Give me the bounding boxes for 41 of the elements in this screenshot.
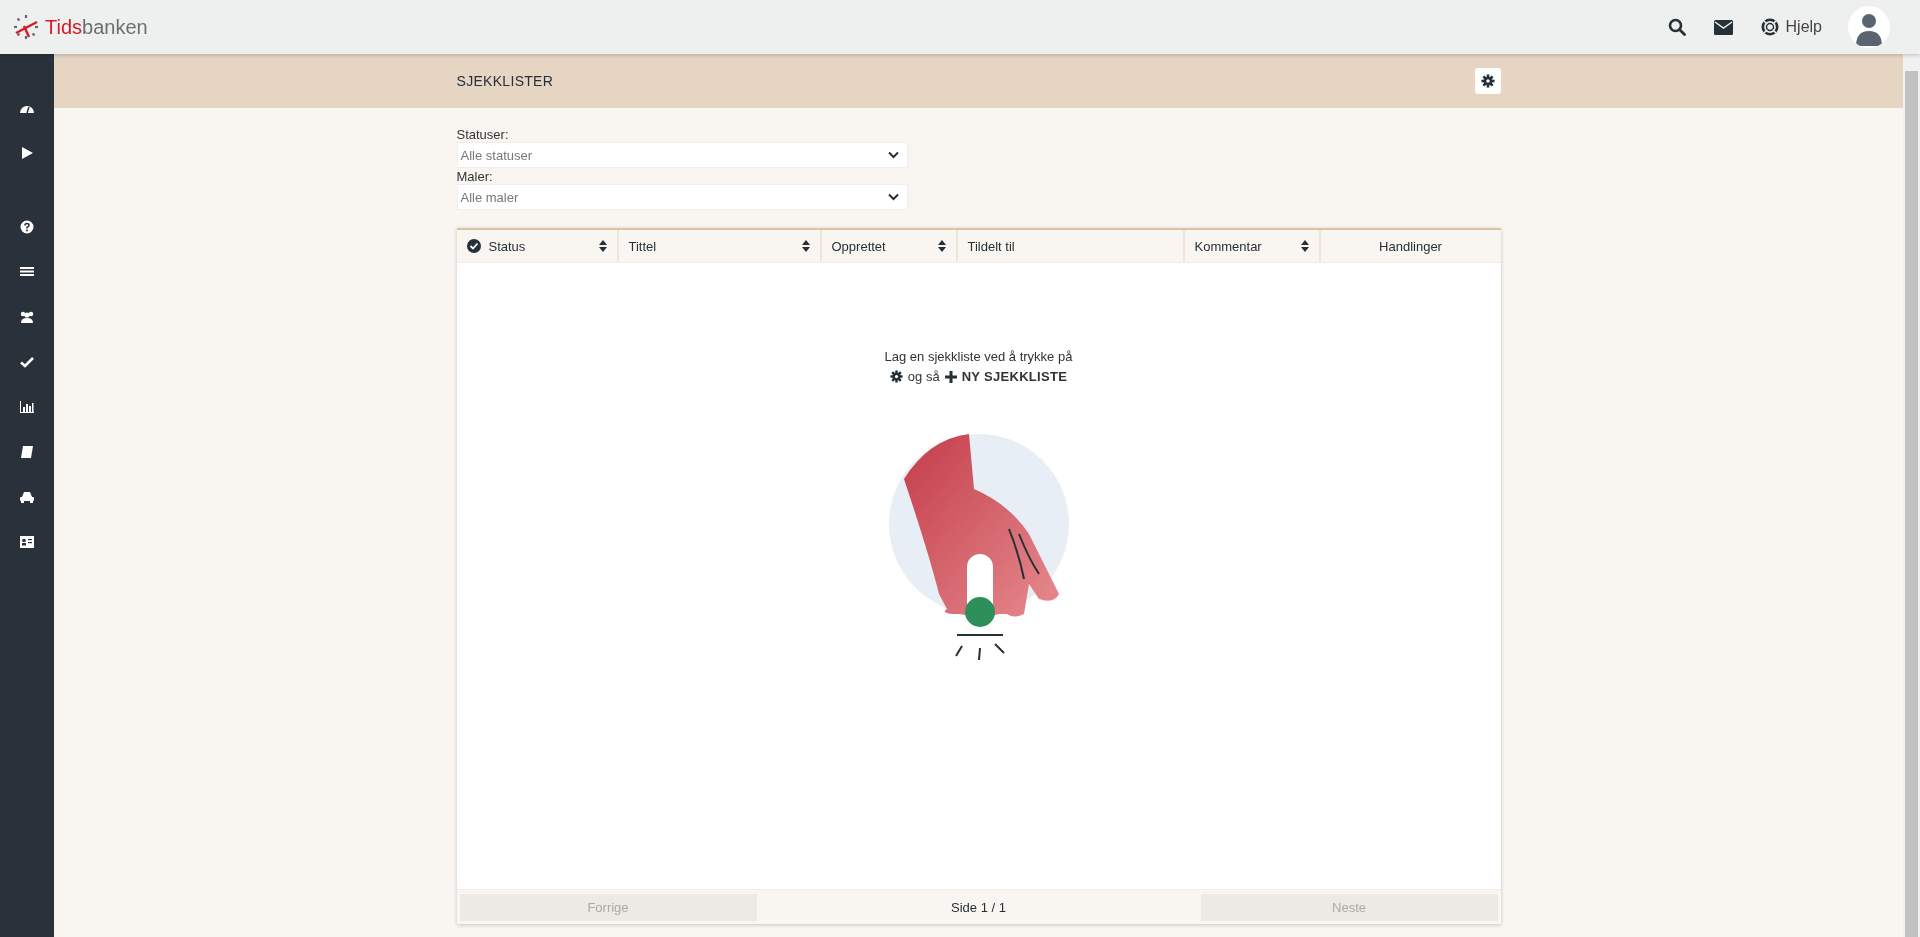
help-icon[interactable] — [19, 219, 35, 235]
settings-button[interactable] — [1474, 68, 1501, 94]
filter-label: Statuser: — [456, 127, 509, 142]
help-link[interactable]: Hjelp — [1785, 18, 1822, 36]
lifebuoy-icon[interactable] — [1760, 18, 1779, 36]
new-checklist-label: NY SJEKKLISTE — [961, 369, 1068, 384]
empty-state-text: og så — [907, 369, 940, 384]
column-header: Tildelt til — [957, 230, 1185, 262]
scrollbar[interactable] — [1903, 54, 1920, 937]
card-icon[interactable] — [19, 534, 35, 550]
chevron-down-icon — [887, 151, 899, 159]
sort-icon[interactable] — [801, 240, 810, 252]
sort-icon[interactable] — [1300, 240, 1309, 252]
chart-icon[interactable] — [19, 399, 35, 415]
filter-dropdown[interactable]: Alle maler — [456, 184, 908, 210]
sort-icon[interactable] — [598, 240, 607, 252]
column-header[interactable]: Tittel — [618, 230, 822, 262]
logo-text[interactable]: Tidsbanken — [45, 15, 148, 39]
column-header[interactable]: Status — [456, 230, 619, 262]
search-icon[interactable] — [1667, 18, 1686, 36]
envelope-icon[interactable] — [1713, 19, 1733, 35]
settings-icon[interactable] — [1480, 74, 1495, 88]
plus-icon — [944, 370, 957, 383]
column-header[interactable]: Kommentar — [1184, 230, 1321, 262]
chevron-down-icon — [887, 193, 899, 201]
play-icon[interactable] — [19, 145, 35, 161]
filter-dropdown[interactable]: Alle statuser — [456, 142, 908, 168]
check-circle-icon[interactable] — [466, 239, 481, 253]
user-avatar[interactable] — [1848, 6, 1890, 48]
users-icon[interactable] — [19, 309, 35, 325]
column-header: Handlinger — [1378, 237, 1443, 256]
column-header[interactable]: Opprettet — [821, 230, 958, 262]
check-icon[interactable] — [19, 354, 35, 370]
sort-icon[interactable] — [937, 240, 946, 252]
clock-logo-icon — [13, 14, 39, 40]
page-title: SJEKKLISTER — [456, 73, 554, 89]
page-indicator: Side 1 / 1 — [951, 899, 1006, 915]
empty-state-message: Lag en sjekkliste ved å trykke på — [884, 349, 1073, 364]
car-icon[interactable] — [19, 489, 35, 505]
filter-label: Maler: — [456, 169, 493, 184]
gear-icon — [889, 370, 903, 383]
